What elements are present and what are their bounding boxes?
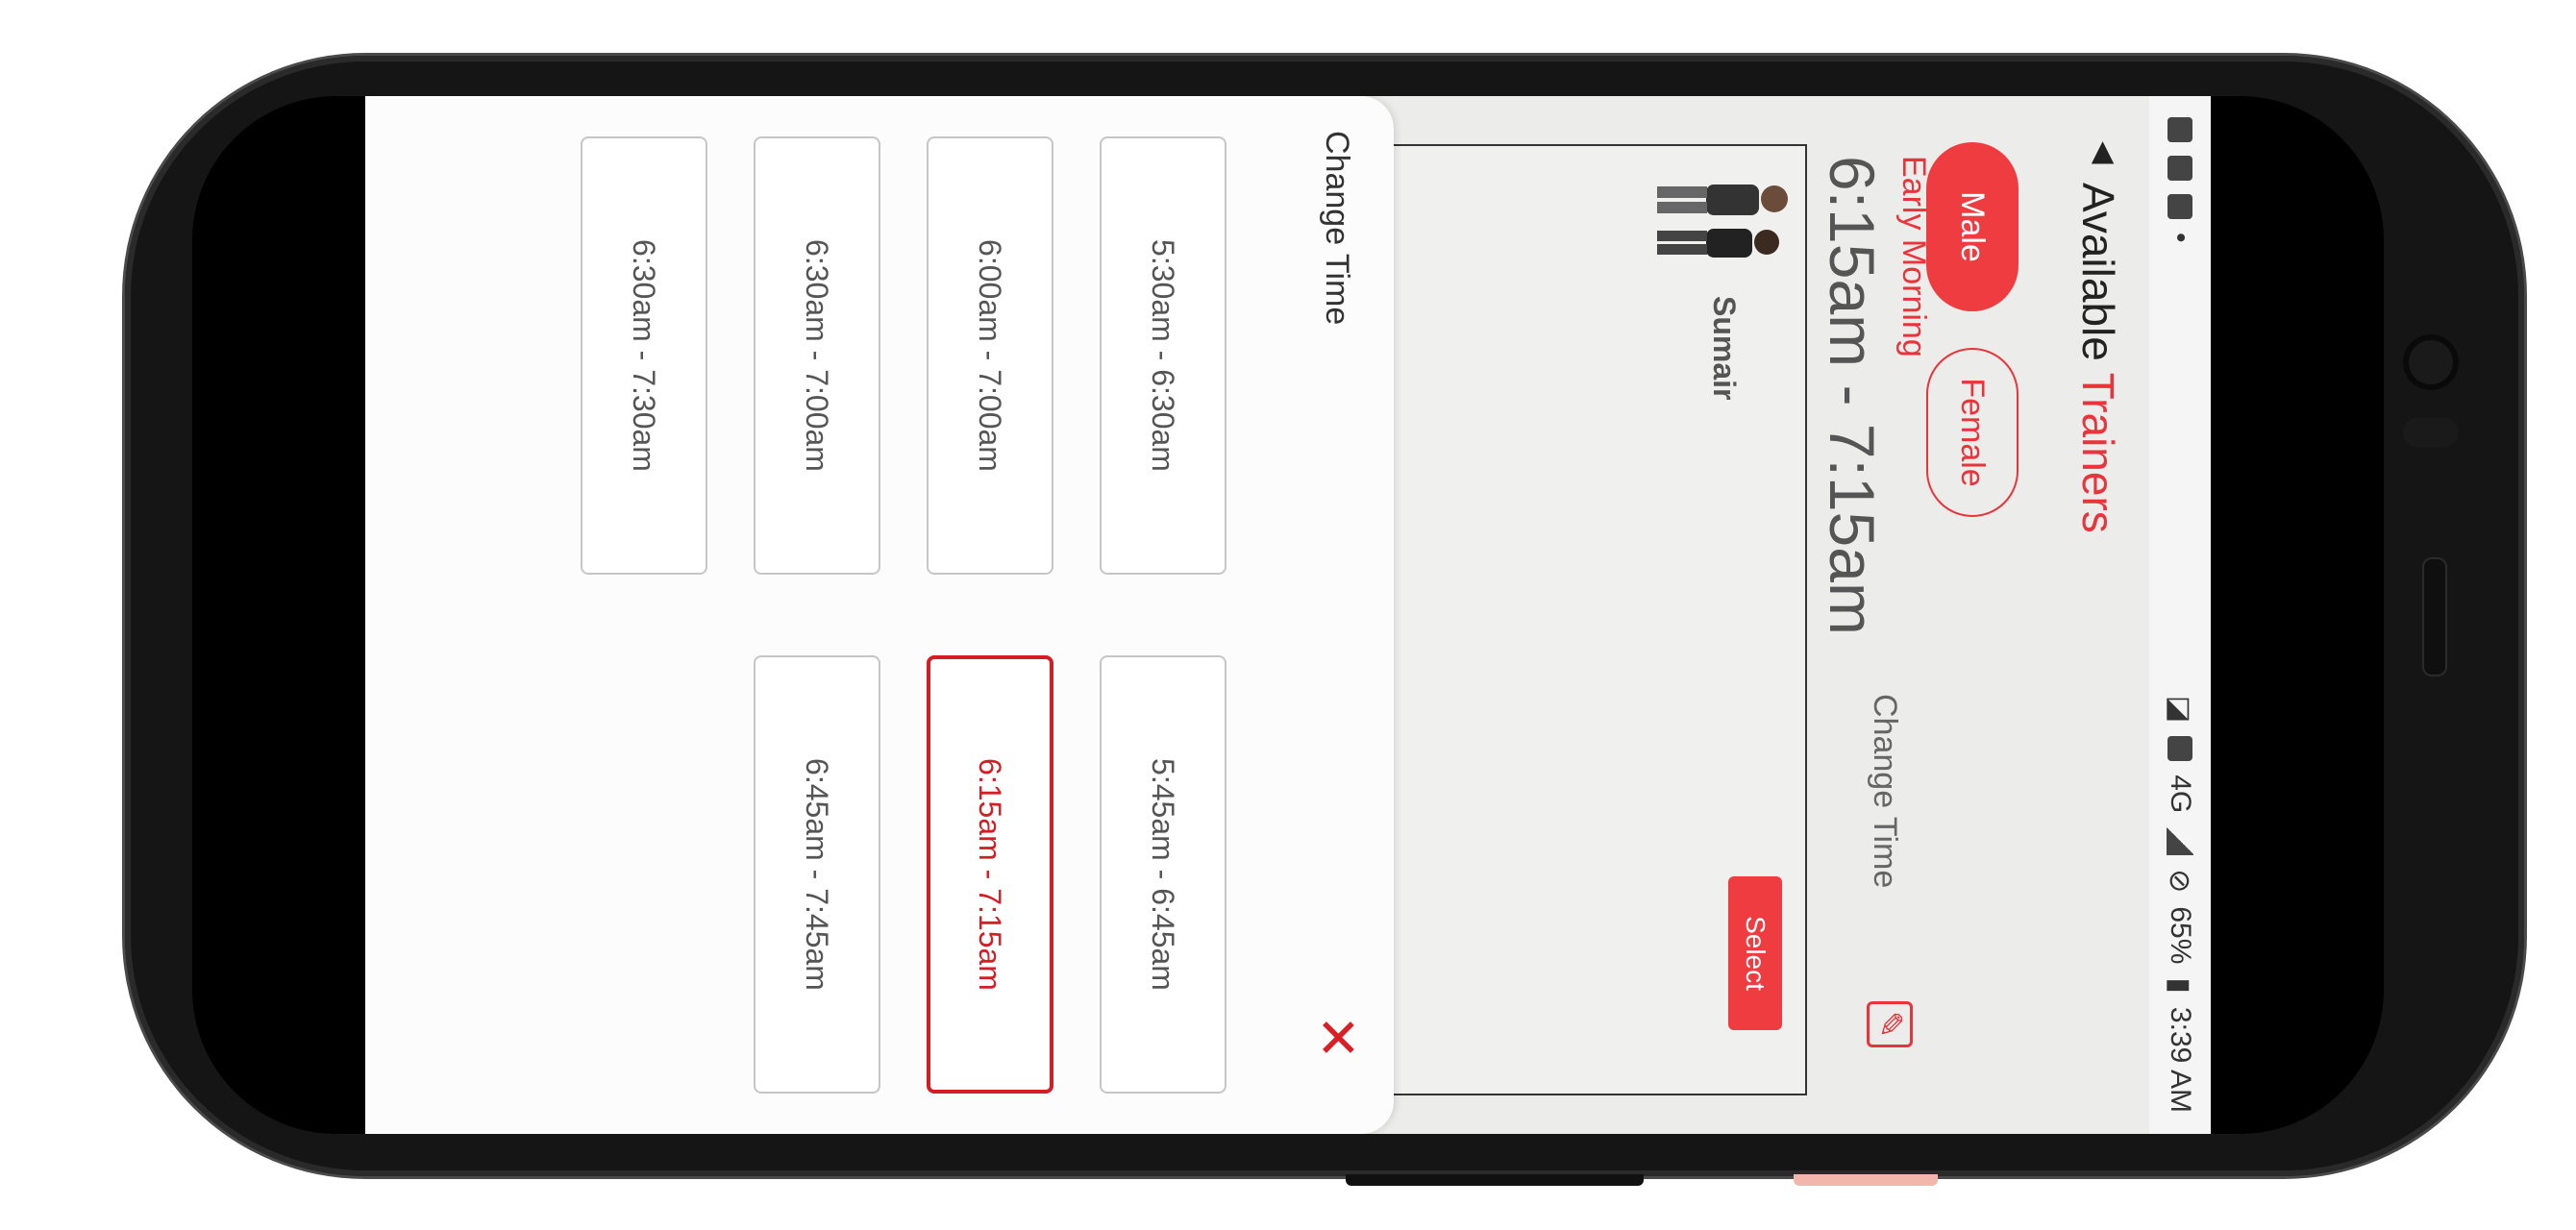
sensor: [2403, 418, 2459, 447]
back-icon[interactable]: ▲: [2084, 130, 2122, 173]
device-screen: • ◪ 4G ⊘ 65% ▮ 3:39 AM ▲ Available Train…: [365, 96, 2211, 1134]
page-title: Available Trainers: [2072, 183, 2124, 533]
dnd-icon: ⊘: [2164, 869, 2196, 894]
change-time-link[interactable]: Change Time: [1866, 694, 1903, 888]
trainer-name: Sumair: [1707, 296, 1742, 401]
chip-male[interactable]: Male: [1926, 142, 2019, 311]
change-time-sheet: Change Time ✕ 5:30am - 6:30am 5:45am - 6…: [365, 96, 1394, 1134]
app-viewport: • ◪ 4G ⊘ 65% ▮ 3:39 AM ▲ Available Train…: [365, 96, 2211, 1134]
battery-percent: 65%: [2165, 906, 2196, 965]
time-slot-grid: 5:30am - 6:30am 5:45am - 6:45am 6:00am -…: [581, 136, 1226, 1094]
notification-icon: [2167, 156, 2192, 181]
side-button-accent: [1794, 1174, 1938, 1186]
side-button: [1346, 1174, 1644, 1186]
trainer-photo: [1657, 184, 1788, 258]
edit-pencil-icon[interactable]: ✎: [1867, 1001, 1913, 1047]
time-slot[interactable]: 6:30am - 7:00am: [754, 136, 880, 575]
time-slot-selected[interactable]: 6:15am - 7:15am: [927, 655, 1053, 1094]
status-bar: • ◪ 4G ⊘ 65% ▮ 3:39 AM: [2149, 96, 2211, 1134]
notification-icon: [2167, 194, 2192, 219]
network-type: 4G: [2165, 775, 2196, 814]
battery-icon: ▮: [2164, 977, 2196, 994]
time-slot[interactable]: 5:45am - 6:45am: [1100, 655, 1226, 1094]
clock: 3:39 AM: [2165, 1006, 2196, 1113]
app-header: ▲ Available Trainers Male Female: [1926, 96, 2149, 1134]
gender-filter: Male Female: [1926, 142, 2019, 517]
time-slot[interactable]: 6:00am - 7:00am: [927, 136, 1053, 575]
selected-time: 6:15am - 7:15am: [1817, 156, 1888, 635]
dot-icon: •: [2165, 233, 2196, 243]
period-label: Early Morning: [1895, 156, 1932, 357]
notification-icon: [2167, 117, 2192, 142]
time-slot[interactable]: 6:45am - 7:45am: [754, 655, 880, 1094]
earpiece-speaker: [2424, 559, 2445, 675]
title-text: Available: [2073, 183, 2123, 373]
time-slot[interactable]: 6:30am - 7:30am: [581, 136, 707, 575]
chip-female[interactable]: Female: [1926, 348, 2019, 517]
select-trainer-button[interactable]: Select: [1728, 876, 1782, 1030]
front-camera: [2403, 334, 2459, 390]
sim-icon: [2167, 736, 2192, 762]
close-icon[interactable]: ✕: [1305, 1015, 1369, 1060]
title-accent: Trainers: [2073, 372, 2123, 533]
sheet-title: Change Time: [1319, 131, 1355, 326]
signal-icon: [2167, 826, 2193, 856]
nfc-icon: ◪: [2164, 695, 2196, 724]
time-slot[interactable]: 5:30am - 6:30am: [1100, 136, 1226, 575]
